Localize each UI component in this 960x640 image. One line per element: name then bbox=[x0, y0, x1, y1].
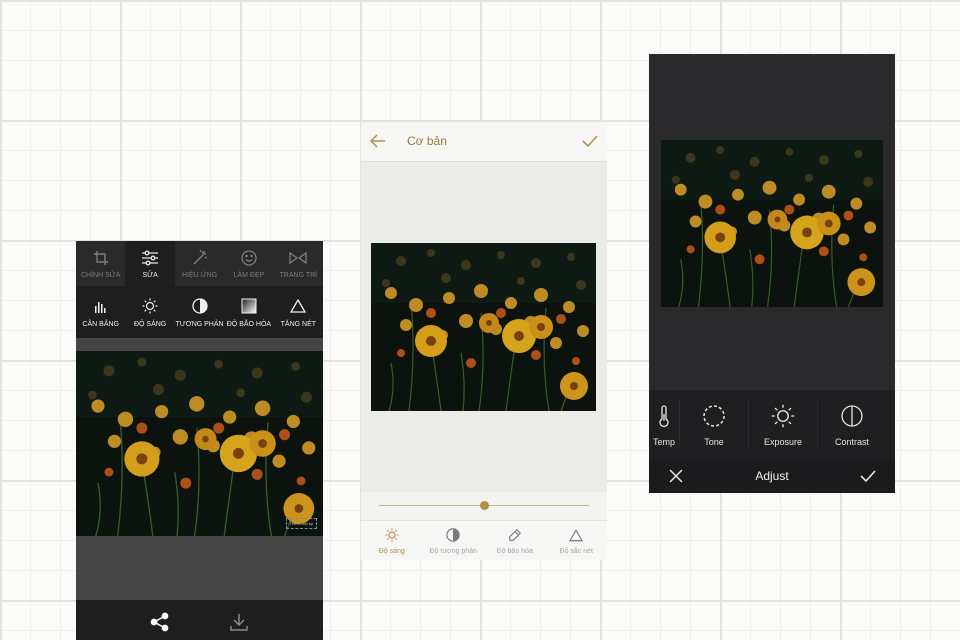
tool-label: ĐỘ SÁNG bbox=[133, 321, 167, 328]
tool-do-sang[interactable]: ĐỘ SÁNG bbox=[125, 286, 174, 338]
adjust-tools: Độ sáng Độ tương phản Độ bão hòa Độ sắc … bbox=[361, 520, 607, 560]
bottom-actions bbox=[76, 600, 323, 640]
crop-icon bbox=[91, 248, 111, 268]
tool-label: Độ bão hòa bbox=[496, 548, 533, 555]
tool-label: Exposure bbox=[763, 436, 803, 447]
sun-icon bbox=[140, 296, 160, 316]
tool-can-bang[interactable]: CÂN BẰNG bbox=[76, 286, 125, 338]
download-icon bbox=[229, 612, 249, 632]
tab-sua[interactable]: SỬA bbox=[125, 241, 175, 286]
saturation-icon bbox=[239, 296, 259, 316]
tab-chinh-sua[interactable]: CHỈNH SỬA bbox=[76, 241, 125, 286]
download-button[interactable] bbox=[227, 610, 251, 634]
tool-label: Tone bbox=[704, 436, 724, 447]
photo-preview bbox=[661, 140, 883, 307]
back-button[interactable] bbox=[369, 132, 387, 150]
tool-tone[interactable]: Tone bbox=[680, 390, 748, 459]
tool-label: Contrast bbox=[834, 436, 869, 447]
adjust-tools: Temp Tone Exposure Contrast bbox=[649, 390, 895, 459]
thermometer-icon bbox=[651, 403, 677, 429]
tool-exposure[interactable]: Exposure bbox=[749, 390, 817, 459]
dropper-icon bbox=[507, 527, 523, 543]
bowtie-icon bbox=[288, 248, 308, 268]
photo-preview bbox=[371, 243, 596, 411]
sliders-icon bbox=[140, 248, 160, 268]
magic-wand-icon bbox=[190, 248, 210, 268]
tool-label: ĐỘ BÃO HÒA bbox=[226, 321, 272, 328]
smile-icon bbox=[239, 248, 259, 268]
check-icon bbox=[582, 134, 598, 148]
tool-label: Temp bbox=[652, 436, 675, 447]
contrast-icon bbox=[839, 403, 865, 429]
triangle-icon bbox=[568, 527, 584, 543]
adjust-photo-editor: Temp Tone Exposure Contrast Adjust bbox=[649, 54, 895, 493]
histogram-icon bbox=[91, 296, 111, 316]
photo-preview: Thêm chữ ký bbox=[76, 351, 323, 536]
bottom-bar: Adjust bbox=[649, 459, 895, 493]
tab-label: LÀM ĐẸP bbox=[233, 272, 265, 279]
confirm-button[interactable] bbox=[859, 467, 877, 485]
check-icon bbox=[860, 469, 876, 483]
tab-trang-tri[interactable]: TRANG TRÍ bbox=[274, 241, 323, 286]
tab-lam-dep[interactable]: LÀM ĐẸP bbox=[224, 241, 273, 286]
confirm-button[interactable] bbox=[581, 132, 599, 150]
tab-hieu-ung[interactable]: HIỆU ỨNG bbox=[175, 241, 224, 286]
tool-contrast[interactable]: Contrast bbox=[818, 390, 886, 459]
tool-do-bao-hoa[interactable]: Độ bão hòa bbox=[484, 521, 546, 560]
top-bar: Cơ bản bbox=[361, 122, 607, 162]
tool-do-tuong-phan[interactable]: Độ tương phản bbox=[423, 521, 485, 560]
category-tabs: CHỈNH SỬA SỬA HIỆU ỨNG LÀM ĐẸP TRANG TRÍ bbox=[76, 241, 323, 286]
slider-knob[interactable] bbox=[479, 501, 489, 510]
tool-temp[interactable]: Temp bbox=[649, 390, 679, 459]
share-icon bbox=[150, 612, 170, 632]
tool-label: CÂN BẰNG bbox=[82, 321, 119, 328]
tool-label: Độ sắc nét bbox=[559, 548, 593, 555]
arrow-left-icon bbox=[370, 134, 386, 148]
tab-label: CHỈNH SỬA bbox=[80, 272, 121, 279]
tool-label: Độ sáng bbox=[378, 548, 405, 555]
tool-tuong-phan[interactable]: TƯƠNG PHẢN bbox=[175, 286, 224, 338]
tool-do-sang[interactable]: Độ sáng bbox=[361, 521, 423, 560]
share-button[interactable] bbox=[148, 610, 172, 634]
tool-do-sac-net[interactable]: Độ sắc nét bbox=[546, 521, 608, 560]
contrast-icon bbox=[445, 527, 461, 543]
sun-icon bbox=[384, 527, 400, 543]
page-title: Cơ bản bbox=[407, 134, 447, 148]
tone-icon bbox=[701, 403, 727, 429]
tab-label: SỬA bbox=[142, 272, 158, 279]
contrast-icon bbox=[190, 296, 210, 316]
dark-photo-editor: CHỈNH SỬA SỬA HIỆU ỨNG LÀM ĐẸP TRANG TRÍ bbox=[76, 241, 323, 640]
triangle-icon bbox=[288, 296, 308, 316]
sun-icon bbox=[770, 403, 796, 429]
adjust-tools: CÂN BẰNG ĐỘ SÁNG TƯƠNG PHẢN ĐỘ BÃO HÒA T… bbox=[76, 286, 323, 338]
watermark[interactable]: Thêm chữ ký bbox=[285, 518, 317, 529]
tool-do-bao-hoa[interactable]: ĐỘ BÃO HÒA bbox=[224, 286, 273, 338]
tool-label: TƯƠNG PHẢN bbox=[175, 321, 224, 328]
tab-label: TRANG TRÍ bbox=[279, 272, 318, 279]
tab-label: HIỆU ỨNG bbox=[181, 272, 218, 279]
brightness-slider[interactable] bbox=[361, 492, 607, 520]
light-photo-editor: Cơ bản Độ sáng Độ tương phản Độ bão hòa … bbox=[361, 122, 607, 560]
tool-label: Độ tương phản bbox=[429, 548, 477, 555]
tool-label: TĂNG NÉT bbox=[280, 321, 317, 328]
tool-tang-net[interactable]: TĂNG NÉT bbox=[274, 286, 323, 338]
